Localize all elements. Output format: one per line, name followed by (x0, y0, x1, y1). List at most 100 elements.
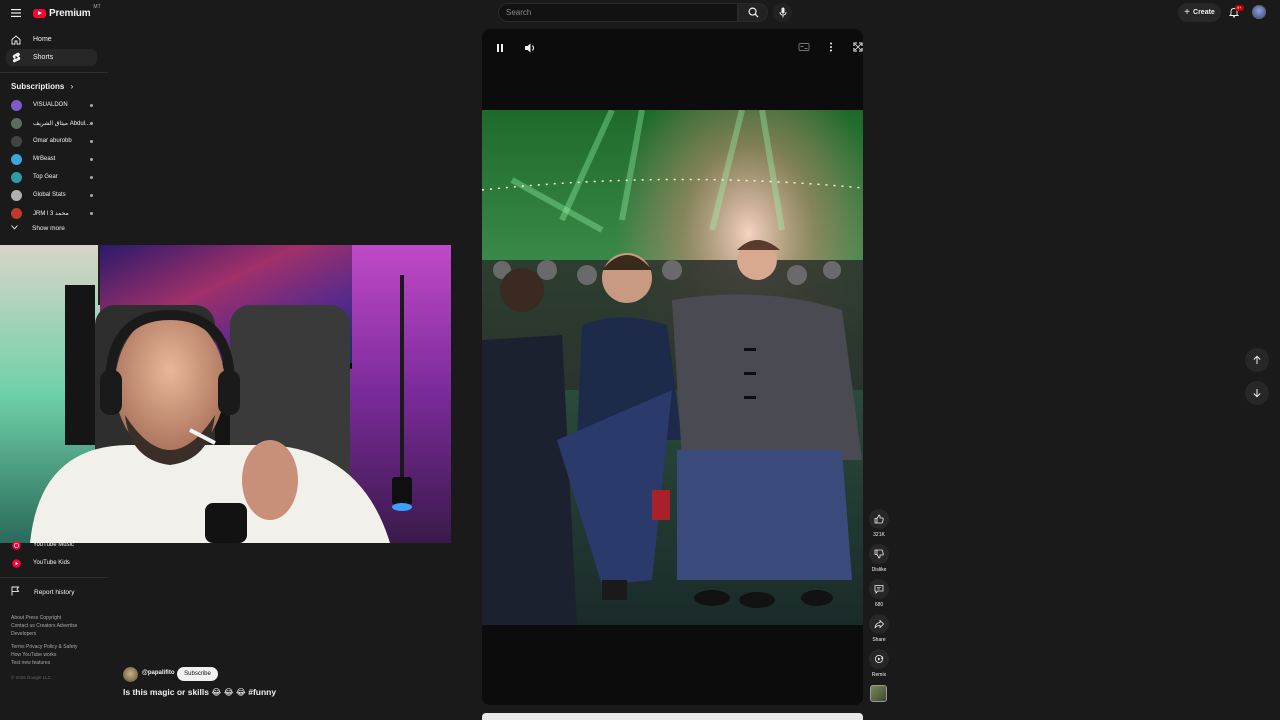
player-controls-right (797, 40, 865, 59)
subscription-label: Omar aburobb (33, 138, 72, 144)
pause-icon (497, 44, 503, 52)
share-icon (874, 619, 884, 629)
next-short-button[interactable] (1245, 381, 1269, 405)
account-avatar[interactable] (1252, 5, 1266, 19)
dislike-action[interactable]: Dislike (868, 544, 890, 573)
subscription-item[interactable]: VISUALDON (11, 98, 93, 112)
subscription-item[interactable]: ميثاق الشريف Abdul... (11, 116, 93, 130)
comments-button[interactable] (869, 579, 889, 599)
shorts-icon (11, 52, 21, 63)
plus-icon: + (1184, 7, 1191, 18)
flag-icon (11, 586, 20, 598)
youtube-music-icon (11, 540, 21, 550)
arrow-up-icon (1253, 355, 1261, 364)
video-frame[interactable] (482, 110, 863, 625)
video-image (482, 110, 863, 625)
notification-badge: 9+ (1235, 5, 1244, 11)
sidebar-item-shorts[interactable]: Shorts (6, 49, 97, 66)
subscription-label: Top Gear (33, 174, 58, 180)
search-button[interactable] (738, 3, 768, 22)
youtube-premium-logo[interactable]: Premium MT (33, 4, 101, 20)
new-content-dot (90, 211, 93, 215)
show-more-button[interactable]: Show more (11, 225, 65, 232)
next-short-preview[interactable] (482, 713, 863, 720)
channel-avatar (11, 171, 22, 183)
new-content-dot (90, 103, 93, 107)
webcam-overlay (0, 245, 451, 543)
volume-icon (525, 43, 535, 53)
player-controls-left (492, 40, 538, 61)
copyright-text: © 2026 Google LLC (11, 675, 51, 680)
fullscreen-icon (853, 42, 863, 52)
subscribe-button[interactable]: Subscribe (177, 667, 218, 681)
show-more-label: Show more (32, 225, 65, 232)
share-action[interactable]: Share (868, 614, 890, 643)
chevron-right-icon: › (70, 82, 74, 91)
dislike-label: Dislike (871, 567, 887, 573)
like-count: 321K (873, 532, 885, 538)
subscription-label: JRM l محمد 3 (33, 210, 69, 217)
arrow-down-icon (1253, 389, 1261, 398)
youtube-kids-icon (11, 558, 21, 568)
channel-avatar[interactable] (123, 667, 138, 682)
short-title: Is this magic or skills 😂 😂 😂 #funny (123, 687, 277, 697)
search-icon (748, 7, 759, 18)
create-label: Create (1193, 9, 1215, 16)
channel-avatar (11, 117, 22, 129)
channel-handle[interactable]: @papalifito (142, 670, 175, 676)
create-button[interactable]: + Create (1178, 3, 1221, 22)
home-icon (11, 34, 21, 45)
previous-short-button[interactable] (1245, 348, 1269, 372)
sound-thumbnail[interactable] (870, 685, 887, 702)
sidebar-item-youtube-kids[interactable]: YouTube Kids (11, 557, 101, 569)
comment-count: 680 (874, 602, 884, 608)
sidebar-divider (0, 577, 108, 578)
subscription-label: ميثاق الشريف Abdul... (33, 120, 91, 127)
pause-button[interactable] (492, 40, 508, 61)
sidebar-item-label: Home (33, 36, 52, 43)
subscription-item[interactable]: Global Stats (11, 188, 93, 202)
new-content-dot (90, 139, 93, 143)
subscription-item[interactable]: JRM l محمد 3 (11, 206, 93, 220)
remix-label: Remix (871, 672, 887, 678)
footer-links-primary[interactable]: About Press Copyright Contact us Creator… (11, 614, 111, 638)
country-code: MT (93, 4, 101, 10)
fullscreen-button[interactable] (851, 40, 865, 59)
captions-button[interactable] (797, 40, 811, 59)
more-vertical-icon (830, 42, 832, 52)
share-button[interactable] (869, 614, 889, 634)
more-options-button[interactable] (824, 40, 838, 59)
subscription-label: Global Stats (33, 192, 66, 198)
subscription-item[interactable]: Omar aburobb (11, 134, 93, 148)
comment-icon (874, 585, 884, 594)
search-input[interactable]: Search (498, 3, 738, 22)
channel-avatar (11, 99, 22, 111)
remix-button[interactable] (869, 649, 889, 669)
comments-action[interactable]: 680 (868, 579, 890, 608)
subscriptions-header[interactable]: Subscriptions › (11, 82, 73, 91)
volume-button[interactable] (522, 40, 538, 61)
footer-links-secondary[interactable]: Terms Privacy Policy & Safety How YouTub… (11, 643, 111, 667)
share-label: Share (872, 637, 886, 643)
youtube-play-icon (33, 8, 46, 18)
remix-action[interactable]: Remix (868, 649, 890, 678)
webcam-image (0, 245, 451, 543)
subscription-item[interactable]: MrBeast (11, 152, 93, 166)
report-history-link[interactable]: Report history (11, 586, 74, 598)
like-button[interactable] (869, 509, 889, 529)
menu-icon[interactable] (8, 5, 24, 21)
microphone-icon (779, 7, 786, 18)
subscription-label: MrBeast (33, 156, 56, 162)
sidebar-item-home[interactable]: Home (6, 31, 97, 48)
new-content-dot (90, 157, 93, 161)
new-content-dot (90, 175, 93, 179)
voice-search-button[interactable] (773, 3, 792, 22)
like-action[interactable]: 321K (868, 509, 890, 538)
channel-avatar (11, 207, 22, 219)
subscription-item[interactable]: Top Gear (11, 170, 93, 184)
brand-name: Premium (49, 7, 91, 19)
remix-icon (875, 655, 884, 663)
sidebar-item-label: Shorts (33, 54, 54, 61)
dislike-button[interactable] (869, 544, 889, 564)
sidebar-item-youtube-music[interactable]: YouTube Music (11, 539, 101, 551)
